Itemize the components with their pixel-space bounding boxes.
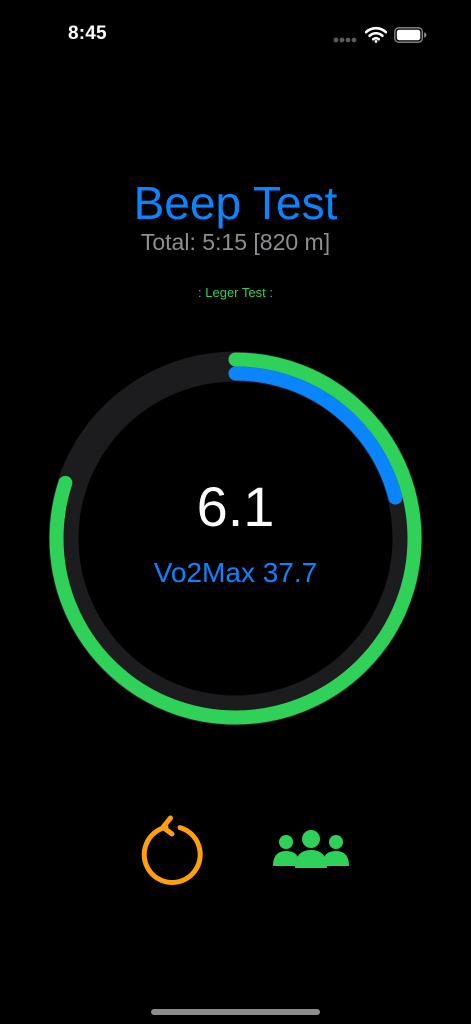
group-icon <box>273 830 349 868</box>
reset-icon <box>141 815 203 885</box>
vo2max-value: Vo2Max 37.7 <box>153 557 318 588</box>
reset-button[interactable] <box>134 814 208 888</box>
status-time: 8:45 <box>68 23 107 44</box>
level-value: 6.1 <box>196 475 275 538</box>
page-title: Beep Test <box>133 177 338 229</box>
participants-button[interactable] <box>270 826 352 876</box>
home-indicator <box>151 1009 320 1015</box>
battery-icon <box>394 27 427 43</box>
total-summary: Total: 5:15 [820 m] <box>140 229 331 255</box>
signal-dots-icon <box>333 37 357 43</box>
status-bar: 8:45 <box>0 0 471 70</box>
test-type-label: : Leger Test : <box>198 285 273 300</box>
wifi-icon <box>365 26 387 43</box>
